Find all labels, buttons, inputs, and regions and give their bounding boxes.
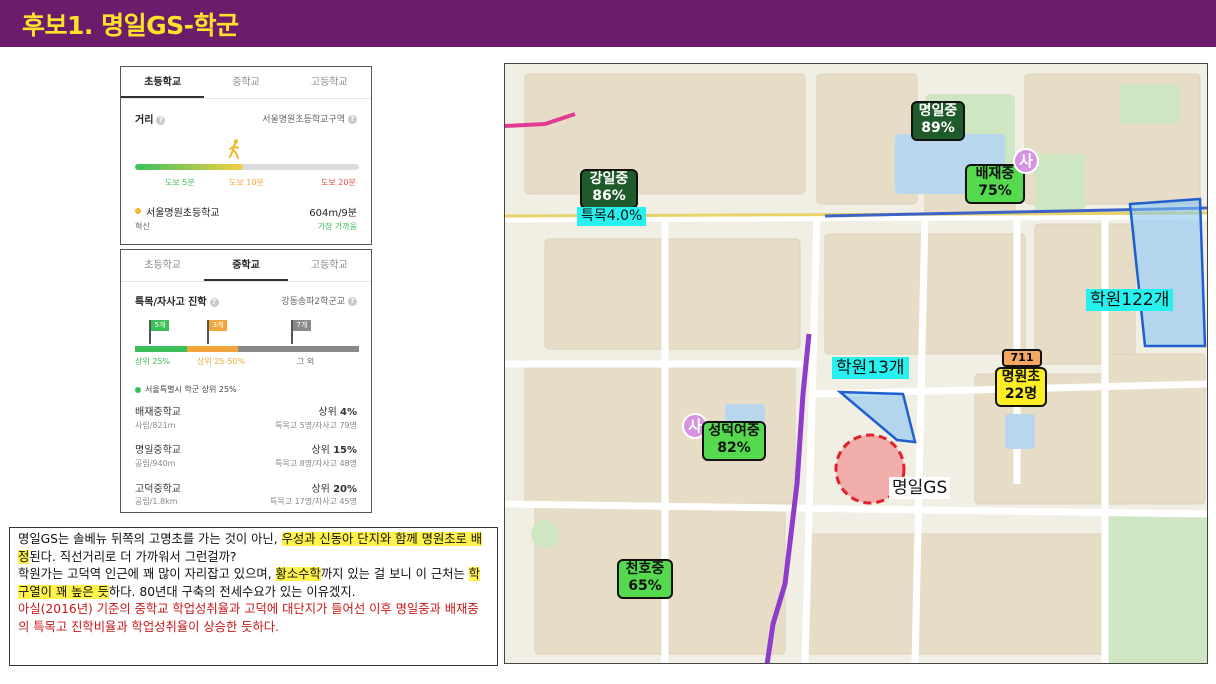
school-name[interactable]: 고덕중학교 [135, 480, 181, 495]
help-icon[interactable]: ? [209, 297, 219, 307]
private-school-badge: 사 [1013, 148, 1039, 174]
slide-title: 후보1. 명일GS-학군 [22, 11, 239, 40]
label-academy-13: 학원13개 [832, 357, 909, 379]
legend-text: 서울특별시 학군 상위 25% [145, 385, 237, 394]
help-icon[interactable]: ? [348, 297, 357, 306]
school-district: 서울명원초등학교구역? [262, 112, 357, 125]
rank-segment [135, 346, 187, 352]
mark-walk-10: 도보 10분 [229, 178, 264, 187]
tab-middle[interactable]: 중학교 [204, 67, 287, 98]
distance-value: 604m/9분 [309, 208, 357, 219]
elementary-school-card: 초등학교 중학교 고등학교 거리? 서울명원초등학교구역? 도보 5분 도보 1… [120, 66, 372, 245]
school-rank: 상위 4% [318, 407, 357, 418]
school-meta: 사립/821m [135, 421, 176, 430]
segment-label-top50: 상위 25-50% [197, 357, 246, 366]
school-stats: 특목고 17명/자사고 45명 [269, 497, 357, 506]
middle-school-card: 초등학교 중학교 고등학교 특목/자사고 진학? 강동송파2학군교? 5개 3개… [120, 249, 372, 513]
tab-high[interactable]: 고등학교 [288, 67, 371, 98]
help-icon[interactable]: ? [348, 115, 357, 124]
segment-label-rest: 그 외 [297, 357, 315, 366]
school-level-tabs: 초등학교 중학교 고등학교 [121, 250, 371, 282]
school-name[interactable]: 배재중학교 [135, 403, 181, 418]
school-rank: 상위 20% [311, 484, 357, 495]
description-box: 명일GS는 솔베뉴 뒤쪽의 고명초를 가는 것이 아닌, 우성과 신동아 단지와… [9, 527, 498, 666]
rank-segment-bar [135, 346, 359, 352]
school-meta: 공립/1.8km [135, 497, 178, 506]
tab-high[interactable]: 고등학교 [288, 250, 371, 281]
label-gangil-middle[interactable]: 강일중 86% [580, 169, 638, 209]
nearest-badge: 가장 가까움 [317, 222, 357, 231]
mark-walk-20: 도보 20분 [321, 178, 356, 187]
highlight-academy: 황소수학 [275, 567, 321, 581]
help-icon[interactable]: ? [156, 115, 166, 125]
label-myeongil-middle[interactable]: 명일중 89% [911, 101, 965, 141]
label-cheonho-middle[interactable]: 천호중 65% [617, 559, 673, 599]
label-myeongwon-elementary[interactable]: 명원초 22명 [995, 367, 1047, 407]
label-academy-122: 학원122개 [1086, 289, 1174, 311]
school-meta: 공립/940m [135, 459, 176, 468]
tab-elementary[interactable]: 초등학교 [121, 250, 204, 281]
label-seven-eleven: 711 [1002, 349, 1042, 367]
label-myeongil-gs[interactable]: 명일GS [889, 477, 951, 499]
walking-person-icon [229, 139, 239, 159]
rank-segment [186, 346, 239, 352]
flag-rest: 7개 [293, 320, 311, 331]
school-tag: 혁신 [135, 222, 150, 231]
school-stats: 특목고 5명/자사고 79명 [275, 421, 357, 430]
school-rank: 상위 15% [311, 445, 357, 456]
school-dot [135, 208, 141, 214]
red-note: 아실(2016년) 기준의 중학교 학업성취율과 고덕에 대단지가 들어선 이후… [18, 602, 479, 634]
tab-middle[interactable]: 중학교 [204, 250, 288, 281]
rank-segment [238, 346, 359, 352]
walking-distance-bar [135, 164, 359, 170]
label-gangil-special: 특목4.0% [577, 207, 647, 226]
title-bar: 후보1. 명일GS-학군 [0, 0, 1216, 47]
school-level-tabs: 초등학교 중학교 고등학교 [121, 67, 371, 99]
mark-walk-5: 도보 5분 [165, 178, 195, 187]
tab-elementary[interactable]: 초등학교 [121, 67, 205, 98]
walking-distance-fill [135, 164, 243, 170]
advance-heading: 특목/자사고 진학? [135, 293, 219, 308]
flag-top25: 5개 [151, 320, 169, 331]
school-name[interactable]: 서울명원초등학교 [146, 204, 220, 219]
school-name[interactable]: 명일중학교 [135, 441, 181, 456]
school-district: 강동송파2학군교? [281, 294, 357, 307]
legend-dot [135, 387, 141, 393]
segment-label-top25: 상위 25% [135, 357, 171, 366]
flag-top50: 3개 [209, 320, 227, 331]
distance-heading: 거리? [135, 111, 166, 126]
label-sungdeok-girls-middle[interactable]: 성덕여중 82% [702, 421, 766, 461]
school-district-map[interactable]: 명일중 89% 배재중 75% 사 강일중 86% 특목4.0% 학원122개 … [504, 63, 1208, 664]
school-stats: 특목고 8명/자사고 48명 [275, 459, 357, 468]
